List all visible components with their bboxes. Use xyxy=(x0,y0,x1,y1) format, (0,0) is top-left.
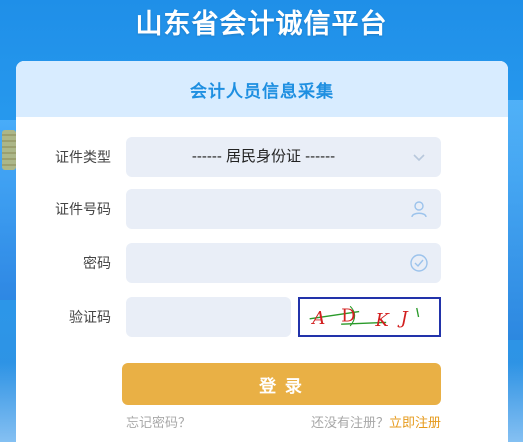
cert-type-label: 证件类型 xyxy=(55,149,111,165)
captcha-label: 验证码 xyxy=(69,309,111,325)
coins-decoration xyxy=(2,130,16,170)
svg-text:D: D xyxy=(341,306,355,327)
captcha-input[interactable] xyxy=(126,297,291,337)
register-link[interactable]: 立即注册 xyxy=(389,415,441,430)
cert-no-label: 证件号码 xyxy=(55,201,111,217)
register-prompt: 还没有注册？立即注册 xyxy=(311,412,441,431)
password-input[interactable] xyxy=(126,243,441,283)
forgot-password-link[interactable]: 忘记密码？ xyxy=(126,412,191,431)
chevron-down-icon xyxy=(413,154,425,162)
login-card: 会计人员信息采集 证件类型 ------ 居民身份证 ------ 证件号码 密… xyxy=(16,61,508,442)
site-title: 山东省会计诚信平台 xyxy=(135,9,388,39)
user-icon xyxy=(411,201,427,218)
cert-type-value: ------ 居民身份证 ------ xyxy=(191,148,336,165)
password-label: 密码 xyxy=(83,255,111,271)
cert-no-input[interactable] xyxy=(126,189,441,229)
check-circle-icon xyxy=(410,254,428,272)
login-button[interactable]: 登 录 xyxy=(122,363,441,405)
svg-text:K: K xyxy=(374,310,390,331)
svg-text:J: J xyxy=(397,308,410,329)
cert-type-select[interactable]: ------ 居民身份证 ------ xyxy=(126,137,441,177)
captcha-image[interactable]: A D K J xyxy=(298,297,441,337)
no-account-text: 还没有注册？ xyxy=(310,415,389,430)
svg-text:A: A xyxy=(310,308,325,329)
card-title: 会计人员信息采集 xyxy=(16,61,508,117)
